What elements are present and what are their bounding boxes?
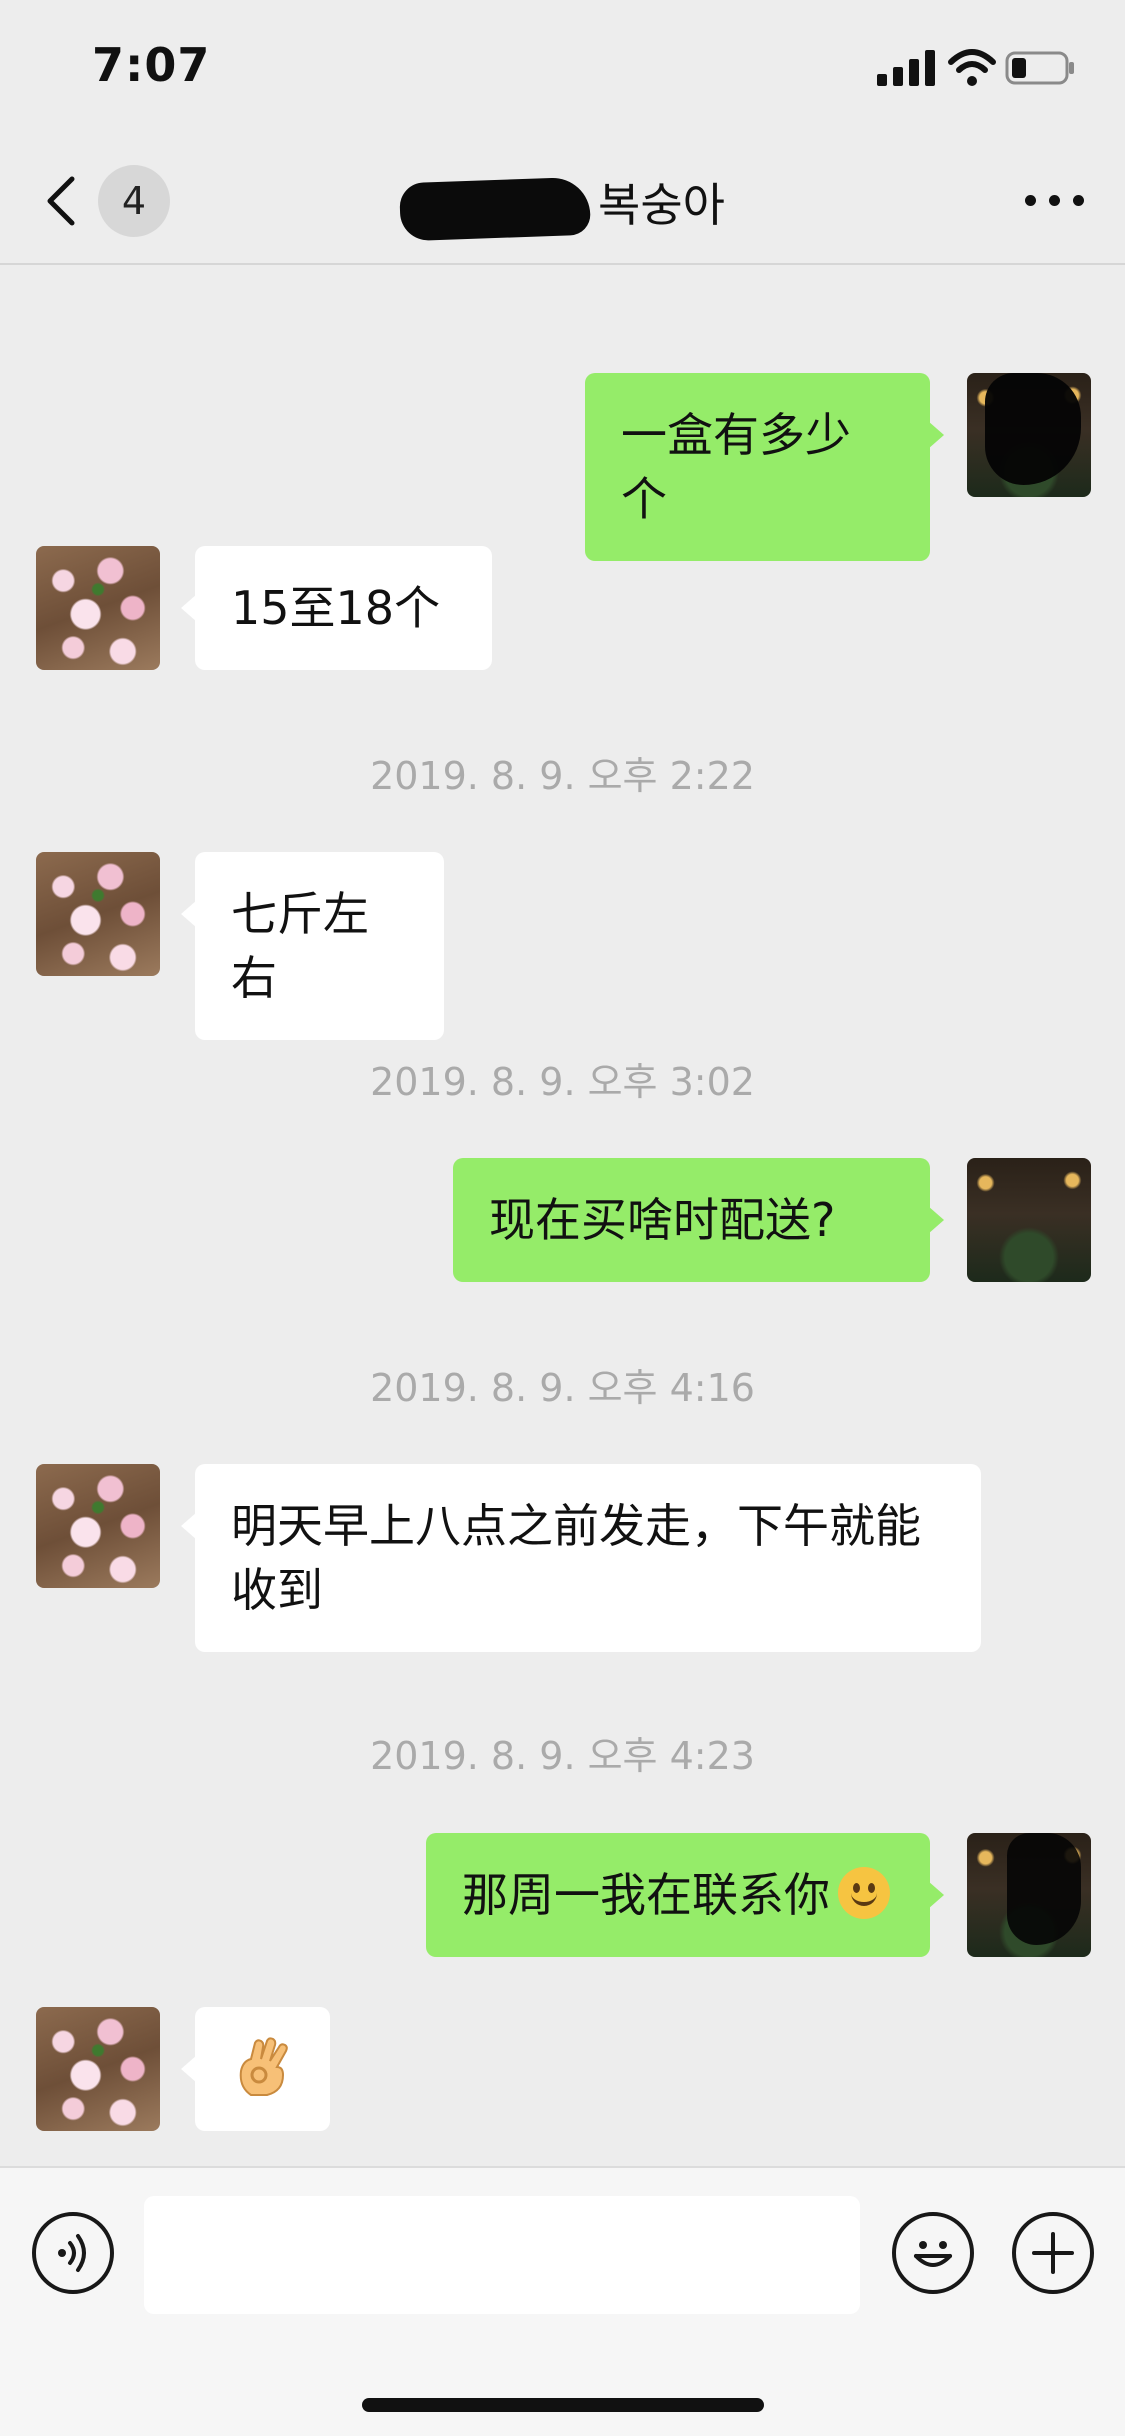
emoji-icon <box>914 2241 952 2267</box>
redaction-mark <box>1007 1833 1081 1945</box>
plus-icon <box>1032 2232 1074 2274</box>
avatar-self[interactable] <box>967 373 1091 497</box>
more-functions-button[interactable] <box>1012 2212 1094 2294</box>
message-bubble-outgoing[interactable]: 一盒有多少个 <box>585 373 944 561</box>
avatar-contact[interactable] <box>36 1464 160 1588</box>
message-text: 一盒有多少个 <box>621 408 851 526</box>
message-text: 明天早上八点之前发走，下午就能收到 <box>231 1499 921 1617</box>
message-text: 七斤左右 <box>231 887 369 1005</box>
avatar-self[interactable] <box>967 1158 1091 1282</box>
message-text: 那周一我在联系你 <box>462 1868 830 1922</box>
status-time: 7:07 <box>92 38 211 92</box>
timestamp: 2019. 8. 9. 오후 3:02 <box>370 1060 755 1104</box>
home-indicator <box>362 2398 764 2412</box>
avatar-contact[interactable] <box>36 2007 160 2131</box>
message-bubble-outgoing[interactable]: 现在买啥时配送? <box>453 1158 944 1282</box>
timestamp: 2019. 8. 9. 오후 4:23 <box>370 1734 755 1778</box>
wifi-icon <box>948 49 996 86</box>
chat-title-text: 복숭아 <box>598 178 725 232</box>
chat-title: 복숭아 <box>0 169 1125 241</box>
voice-input-button[interactable] <box>32 2212 114 2294</box>
message-input[interactable] <box>144 2196 860 2314</box>
status-bar: 7:07 <box>0 0 1125 135</box>
message-bubble-outgoing[interactable]: 那周一我在联系你 <box>426 1833 944 1957</box>
smile-emoji-icon <box>838 1867 890 1919</box>
message-bubble-incoming[interactable]: 明天早上八点之前发走，下午就能收到 <box>181 1464 981 1652</box>
avatar-contact[interactable] <box>36 546 160 670</box>
timestamp: 2019. 8. 9. 오후 2:22 <box>370 754 755 798</box>
more-options-button[interactable] <box>1019 175 1089 225</box>
timestamp: 2019. 8. 9. 오후 4:16 <box>370 1366 755 1410</box>
emoji-button[interactable] <box>892 2212 974 2294</box>
redaction-mark <box>985 373 1081 485</box>
ok-hand-emoji-icon <box>239 2037 288 2096</box>
message-text: 15至18个 <box>231 581 441 635</box>
avatar-self[interactable] <box>967 1833 1091 1957</box>
message-bubble-incoming[interactable] <box>181 2007 330 2131</box>
message-bubble-incoming[interactable]: 15至18个 <box>181 546 492 670</box>
avatar-contact[interactable] <box>36 852 160 976</box>
redaction-mark <box>399 176 591 241</box>
message-bubble-incoming[interactable]: 七斤左右 <box>181 852 444 1040</box>
nav-bar: 4 복숭아 <box>0 135 1125 265</box>
battery-icon <box>1005 51 1074 85</box>
message-text: 现在买啥时配送? <box>489 1193 836 1247</box>
signal-icon <box>877 50 937 86</box>
voice-icon <box>58 2234 86 2272</box>
input-bar <box>0 2166 1125 2436</box>
